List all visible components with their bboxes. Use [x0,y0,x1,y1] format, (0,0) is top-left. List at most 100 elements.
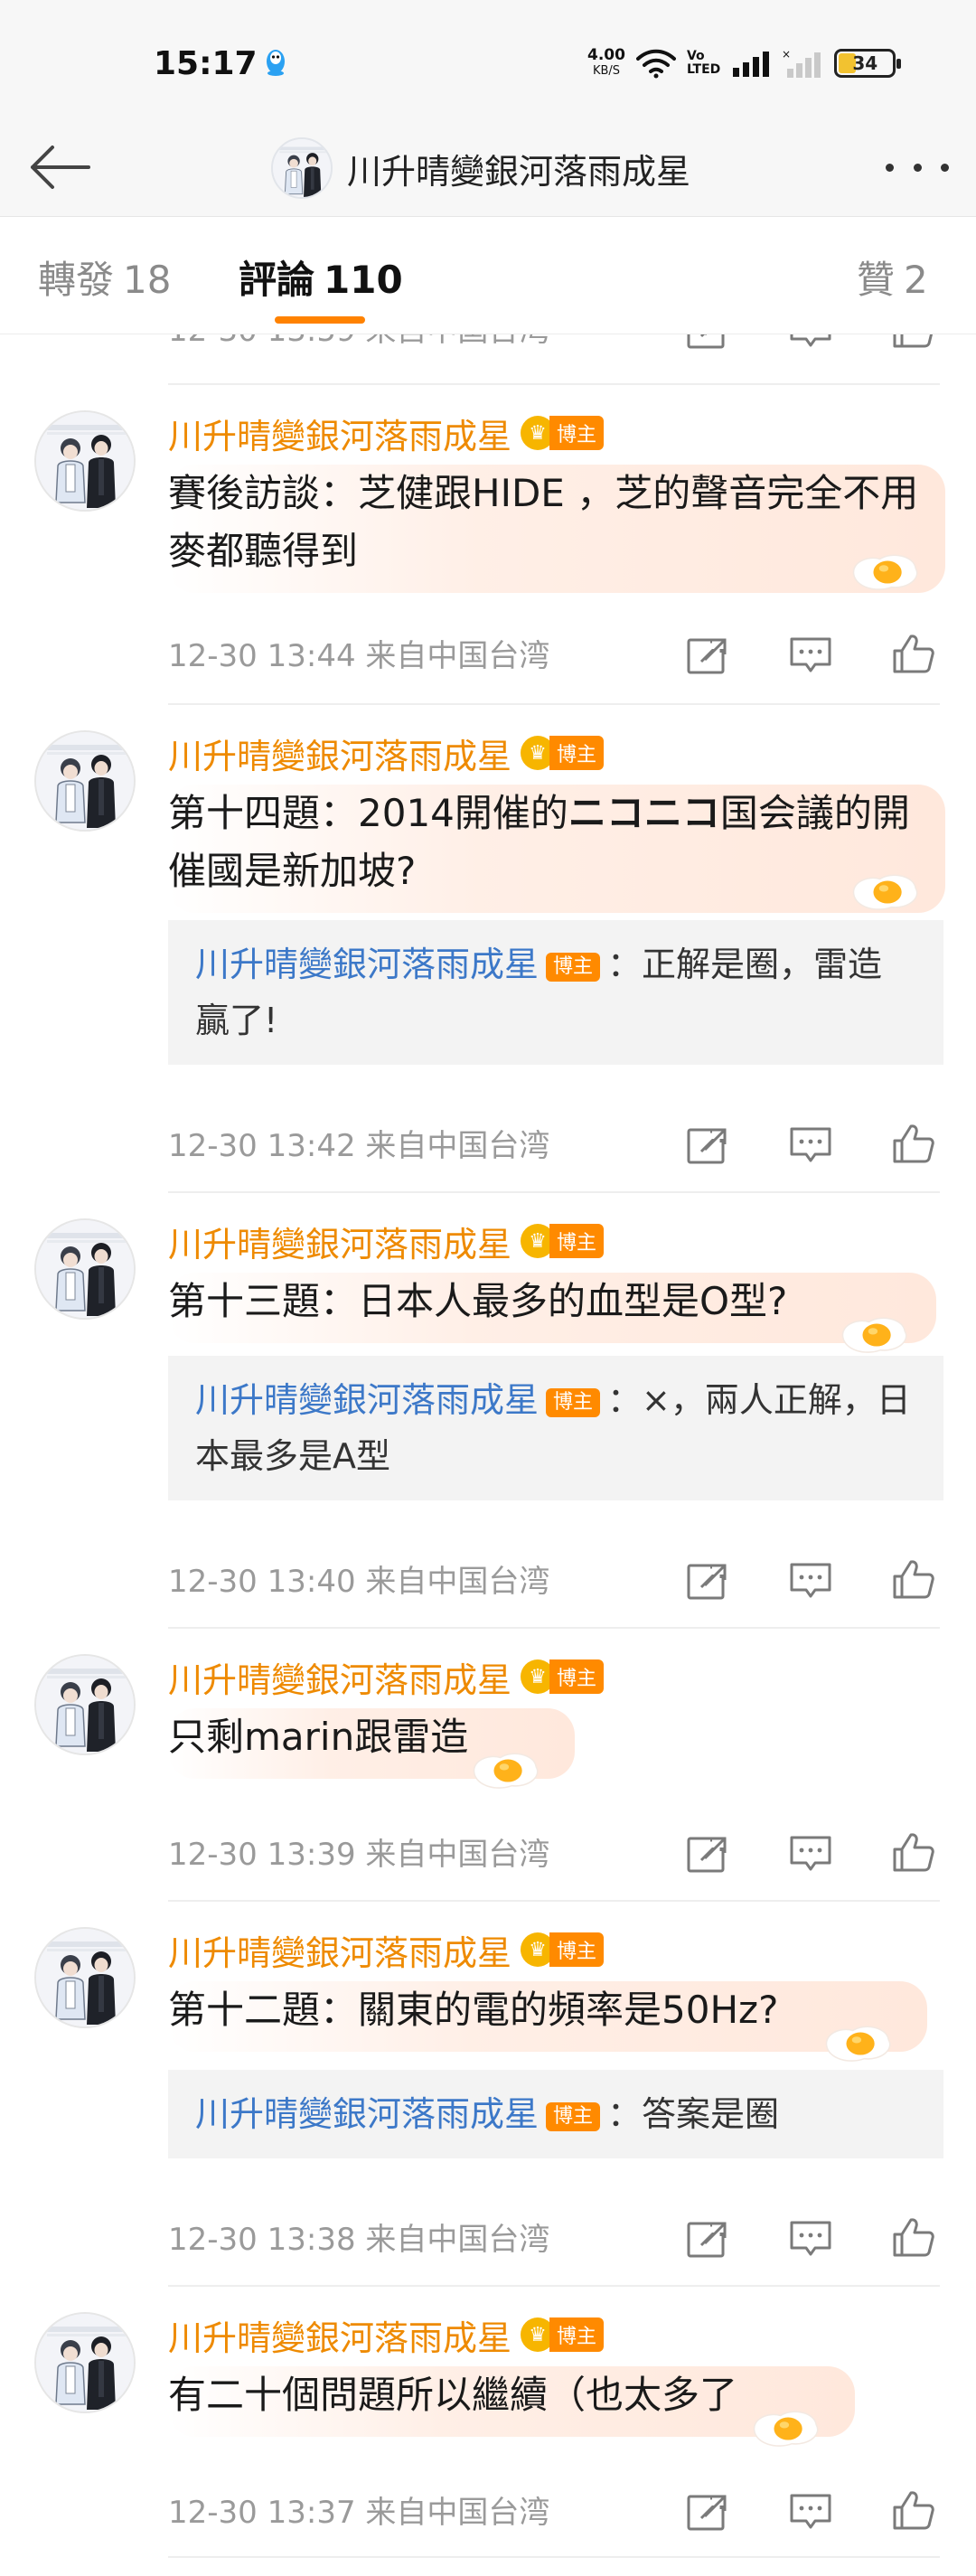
comment-avatar[interactable] [34,730,136,832]
network-speed-unit: KB/S [592,64,621,78]
tab-bar: 轉發 18 評論 110 贊2 [0,217,976,334]
comment-item: 川升晴變銀河落雨成星 ♛ 博主 有二十個問題所以繼續（也太多了 12-30 13:… [0,2287,976,2558]
tab-reposts-count: 18 [123,258,172,302]
author-reply[interactable]: 川升晴變銀河落雨成星 博主 ：正解是圈，雷造贏了! [168,920,943,1065]
battery-level: 34 [852,52,878,74]
status-time: 15:17 [154,45,258,82]
like-icon[interactable] [891,2216,936,2258]
comment-author-row: 川升晴變銀河落雨成星 ♛ 博主 [168,409,605,458]
comment-icon[interactable] [788,1560,833,1602]
comment-icon[interactable] [788,2491,833,2533]
comment-list[interactable]: 12-30 13:59 来自中国台湾 川升晴變銀河落雨成星 ♛博主 賽後訪談：芝… [0,334,976,2576]
comment-text: 賽後訪談：芝健跟HIDE ，芝的聲音完全不用麥都聽得到 [168,471,919,573]
comment-author[interactable]: 川升晴變銀河落雨成星 [168,2310,511,2360]
author-badge-label: 博主 [549,736,605,770]
share-icon[interactable] [685,1560,730,1602]
comment-item: 川升晴變銀河落雨成星 ♛ 博主 只剩marin跟雷造 12-30 13:39 来自… [0,1629,976,1902]
comment-author[interactable]: 川升晴變銀河落雨成星 [168,1652,511,1702]
reply-author[interactable]: 川升晴變銀河落雨成星 [195,1380,539,1420]
comment-author[interactable]: 川升晴變銀河落雨成星 [168,1217,511,1266]
author-badge-label: 博主 [549,1224,605,1258]
comment-avatar[interactable] [34,1654,136,1755]
reply-author[interactable]: 川升晴變銀河落雨成星 [195,945,539,984]
fried-egg-decoration-icon [848,868,924,915]
share-icon[interactable] [685,2491,730,2533]
comment-meta: 12-30 13:39 来自中国台湾 [168,1837,550,1873]
comment-item: 川升晴變銀河落雨成星 ♛ 博主 第十四題：2014開催的ニコニコ国会議的開催國是新… [0,705,976,1193]
like-icon[interactable] [891,2489,936,2531]
author-reply[interactable]: 川升晴變銀河落雨成星 博主 ：答案是圈 [168,2070,943,2158]
fried-egg-decoration-icon [848,548,924,595]
nav-user[interactable]: 川升晴變銀河落雨成星 [271,137,690,199]
reply-text: ：答案是圈 [607,2094,780,2134]
comment-avatar[interactable] [34,2312,136,2413]
nav-bar: 川升晴變銀河落雨成星 [0,118,976,217]
tab-comments[interactable]: 評論 110 [239,249,403,305]
author-reply[interactable]: 川升晴變銀河落雨成星 博主 ：×，兩人正解，日本最多是A型 [168,1356,943,1500]
nav-avatar[interactable] [271,137,333,199]
more-options-icon[interactable] [886,154,949,181]
comment-meta: 12-30 13:42 来自中国台湾 [168,1128,550,1164]
reply-badge: 博主 [546,1387,601,1417]
share-icon[interactable] [685,635,730,676]
comment-author-row: 川升晴變銀河落雨成星 ♛ 博主 [168,1217,605,1266]
like-icon[interactable] [891,1558,936,1600]
signal-no-service-icon: × [782,49,821,78]
qq-penguin-icon [267,50,285,76]
comment-author-row: 川升晴變銀河落雨成星 ♛ 博主 [168,1925,605,1975]
author-badge-label: 博主 [549,2317,605,2352]
comment-icon[interactable] [788,334,833,351]
signal-strength-icon [733,52,770,77]
comment-author-row: 川升晴變銀河落雨成星 ♛ 博主 [168,2310,605,2360]
author-badge-label: 博主 [549,416,605,450]
comment-author-row: 川升晴變銀河落雨成星 ♛ 博主 [168,1652,605,1702]
volte-indicator: Vo LTED [687,50,720,77]
battery-icon: 34 [834,49,902,78]
tab-likes[interactable]: 贊2 [857,249,928,305]
reply-badge: 博主 [546,2101,601,2131]
back-arrow-icon[interactable] [25,140,94,194]
comment-item: 川升晴變銀河落雨成星 ♛ 博主 賽後訪談：芝健跟HIDE ，芝的聲音完全不用麥都聽… [0,385,976,705]
like-icon[interactable] [891,633,936,674]
author-badge: ♛ 博主 [521,416,605,450]
fried-egg-decoration-icon [821,2019,896,2066]
comment-avatar[interactable] [34,410,136,512]
comment-author[interactable]: 川升晴變銀河落雨成星 [168,409,511,458]
author-badge: ♛ 博主 [521,1224,605,1258]
comment-text: 只剩marin跟雷造 [168,1715,469,1759]
tab-comments-label: 評論 [239,258,315,302]
share-icon[interactable] [685,1833,730,1875]
share-icon[interactable] [685,334,730,351]
status-indicators: 4.00 KB/S Vo LTED × 34 [587,43,902,83]
comment-author[interactable]: 川升晴變銀河落雨成星 [168,729,511,778]
reply-author[interactable]: 川升晴變銀河落雨成星 [195,2094,539,2134]
network-speed-value: 4.00 [587,46,625,64]
like-icon[interactable] [891,1123,936,1164]
tab-reposts-label: 轉發 [38,258,115,302]
volte-bottom: LTED [686,62,721,77]
nav-title: 川升晴變銀河落雨成星 [347,151,691,192]
share-icon[interactable] [685,1124,730,1166]
comment-text-kana: ニコニコ [568,791,720,835]
comment-body: 只剩marin跟雷造 [168,1708,936,1766]
comment-meta: 12-30 13:59 来自中国台湾 [168,334,549,350]
divider [168,2556,940,2558]
comment-icon[interactable] [788,1124,833,1166]
tab-reposts[interactable]: 轉發 18 [38,249,171,305]
author-badge-label: 博主 [549,1932,605,1967]
like-icon[interactable] [891,1831,936,1873]
previous-comment-footer: 12-30 13:59 来自中国台湾 [0,334,976,358]
comment-avatar[interactable] [34,1927,136,2028]
comment-icon[interactable] [788,1833,833,1875]
comment-avatar[interactable] [34,1218,136,1320]
comment-author[interactable]: 川升晴變銀河落雨成星 [168,1925,511,1975]
comment-icon[interactable] [788,635,833,676]
author-badge: ♛ 博主 [521,736,605,770]
comment-body: 第十三題：日本人最多的血型是O型? [168,1273,936,1330]
comment-icon[interactable] [788,2218,833,2260]
share-icon[interactable] [685,2218,730,2260]
like-icon[interactable] [891,334,936,349]
comment-body: 賽後訪談：芝健跟HIDE ，芝的聲音完全不用麥都聽得到 [168,465,945,593]
comment-item: 川升晴變銀河落雨成星 ♛ 博主 第十二題：關東的電的頻率是50Hz? 川升晴變銀河… [0,1902,976,2287]
author-badge: ♛ 博主 [521,1659,605,1694]
